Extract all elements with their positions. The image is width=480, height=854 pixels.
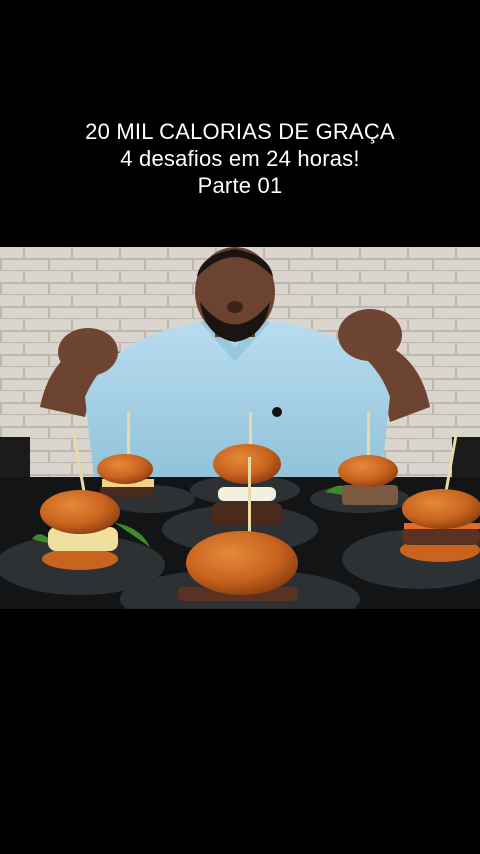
burger-scene — [0, 247, 480, 609]
caption-line-3: Parte 01 — [197, 173, 283, 198]
video-caption: 20 MIL CALORIAS DE GRAÇA 4 desafios em 2… — [0, 118, 480, 199]
left-fist — [58, 328, 118, 376]
right-fist — [338, 309, 402, 361]
caption-line-1: 20 MIL CALORIAS DE GRAÇA — [85, 119, 395, 144]
caption-line-2: 4 desafios em 24 horas! — [120, 146, 360, 171]
lapel-mic — [272, 407, 282, 417]
video-frame — [0, 247, 480, 609]
